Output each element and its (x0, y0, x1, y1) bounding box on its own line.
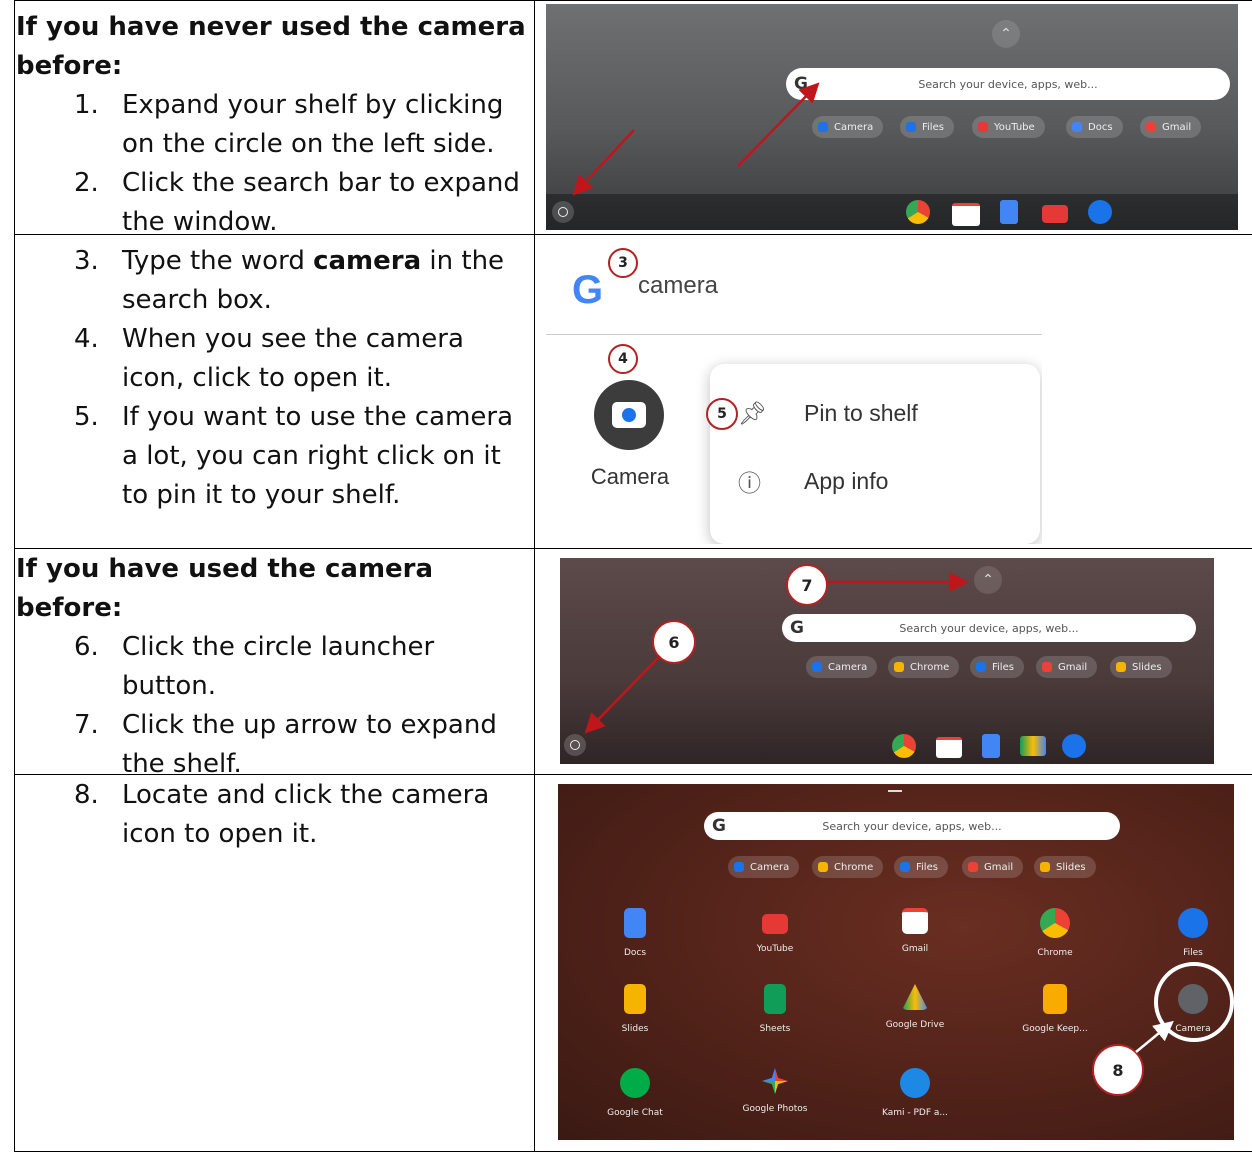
step-number: 5. (74, 402, 99, 432)
step-2: 2. Click the search bar to expand the win… (16, 164, 526, 242)
callout-4: 4 (608, 344, 638, 374)
step-text: Click the search bar to expand the windo… (122, 168, 520, 237)
step-number: 2. (74, 168, 99, 198)
step-text-bold: camera (313, 246, 422, 276)
step-text: Expand your shelf by clicking on the cir… (122, 90, 504, 159)
screenshot-search-camera: G camera 3 4 Camera 5 📌︎ Pin to shelf ⓘ Ap… (546, 238, 1042, 544)
step-number: 1. (74, 90, 99, 120)
annotation-arrows (572, 82, 820, 196)
step-text: Click the circle launcher button. (122, 632, 435, 701)
annotation-arrows (584, 572, 969, 734)
arrow-to-launcher (572, 129, 635, 196)
context-menu: 5 📌︎ Pin to shelf ⓘ App info (706, 364, 1040, 544)
step-number: 3. (74, 246, 99, 276)
section-heading-never-used: If you have never used the camera before… (16, 12, 526, 81)
row-2-instructions: 3. Type the word camera in the search box… (16, 242, 526, 515)
camera-app-icon[interactable] (594, 380, 664, 450)
row-3-instructions: If you have used the camera before: 6. Cl… (16, 550, 526, 784)
section-heading-used-before: If you have used the camera before: (16, 554, 434, 623)
step-text: Type the word (122, 246, 314, 276)
step-text: When you see the camera icon, click to o… (122, 324, 464, 393)
step-text: Locate and click the camera icon to open… (122, 780, 490, 849)
arrow-to-launcher (584, 655, 661, 734)
annotation-arrows (1135, 1020, 1174, 1053)
step-text: Click the up arrow to expand the shelf. (122, 710, 497, 779)
step-text: If you want to use the camera a lot, you… (122, 402, 514, 510)
menu-label: App info (804, 467, 889, 494)
table-border-left (14, 0, 15, 1152)
info-icon: ⓘ (738, 470, 761, 496)
row-1-instructions: If you have never used the camera before… (16, 8, 526, 242)
step-5: 5. If you want to use the camera a lot, y… (16, 398, 526, 515)
divider (546, 334, 1042, 335)
menu-item-pin-to-shelf[interactable]: 📌︎ Pin to shelf (730, 400, 918, 427)
google-g-icon: G (572, 268, 604, 312)
row-4-instructions: 8. Locate and click the camera icon to op… (16, 776, 526, 854)
menu-item-app-info[interactable]: ⓘ App info (730, 464, 888, 498)
step-8: 8. Locate and click the camera icon to op… (16, 776, 526, 854)
step-number: 4. (74, 324, 99, 354)
column-divider (534, 0, 535, 1152)
step-6: 6. Click the circle launcher button. (16, 628, 526, 706)
screenshot-launcher-half: ⌃ G Search your device, apps, web... Cam… (546, 4, 1238, 230)
camera-icon (612, 402, 646, 428)
pin-icon: 📌︎ (738, 400, 768, 426)
step-3: 3. Type the word camera in the search box… (16, 242, 526, 320)
camera-app-label: Camera (590, 464, 670, 489)
menu-label: Pin to shelf (804, 400, 918, 426)
step-1: 1. Expand your shelf by clicking on the c… (16, 86, 526, 164)
step-4: 4. When you see the camera icon, click to… (16, 320, 526, 398)
table-border-top (14, 0, 1252, 1)
step-number: 8. (74, 780, 99, 810)
screenshot-launcher-used: ⌃ G Search your device, apps, web... Cam… (560, 558, 1214, 764)
step-7: 7. Click the up arrow to expand the shelf… (16, 706, 526, 784)
arrow-to-search (737, 82, 820, 167)
search-query-text: camera (638, 272, 719, 299)
row-divider-2 (14, 548, 1252, 549)
arrow-to-camera (1135, 1020, 1174, 1053)
step-number: 7. (74, 710, 99, 740)
callout-3: 3 (608, 248, 638, 278)
screenshot-app-grid: G Search your device, apps, web... Camer… (558, 784, 1234, 1140)
step-number: 6. (74, 632, 99, 662)
